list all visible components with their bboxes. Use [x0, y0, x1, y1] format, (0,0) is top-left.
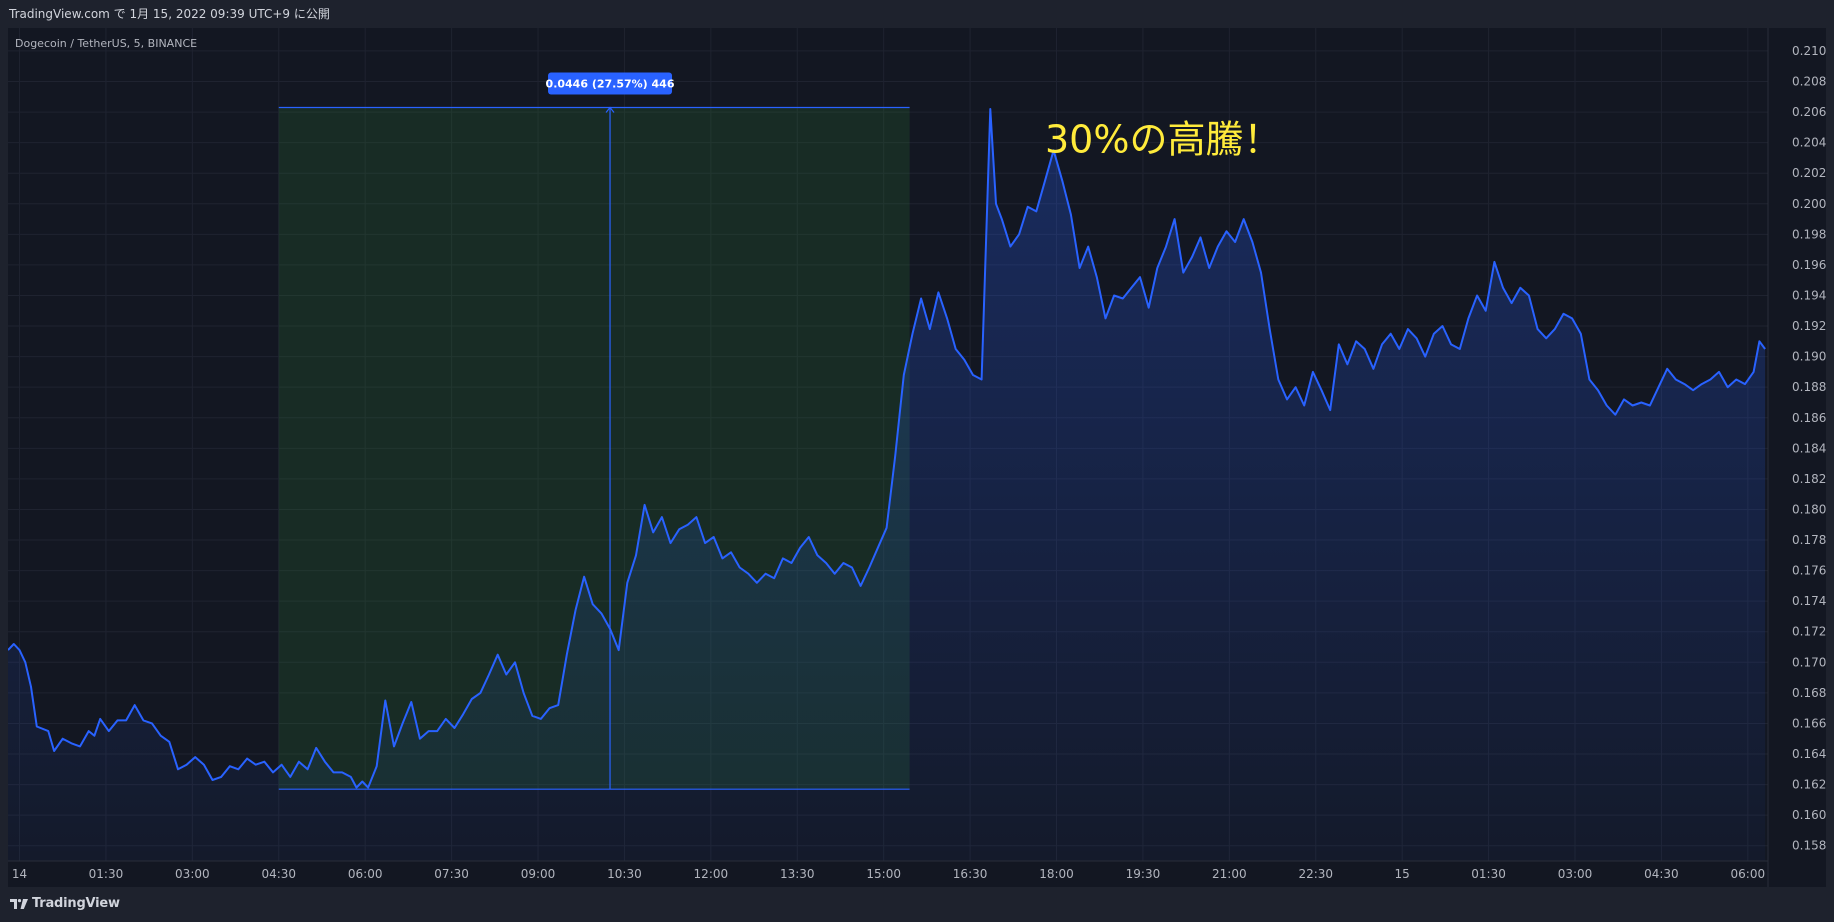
time-tick-label: 12:00: [694, 867, 729, 881]
publish-info: TradingView.com で 1月 15, 2022 09:39 UTC+…: [9, 7, 330, 21]
time-tick-label: 06:00: [1731, 867, 1766, 881]
time-tick-label: 06:00: [348, 867, 383, 881]
price-tick-label: 0.1760: [1792, 564, 1826, 578]
range-label: 0.0446 (27.57%) 446: [546, 77, 675, 90]
price-tick-label: 0.2060: [1792, 105, 1826, 119]
tradingview-logo-icon: [10, 898, 28, 909]
price-tick-label: 0.1960: [1792, 258, 1826, 272]
price-tick-label: 0.2000: [1792, 197, 1826, 211]
price-tick-label: 0.1780: [1792, 533, 1826, 547]
time-tick-label: 03:00: [175, 867, 210, 881]
time-tick-label: 21:00: [1212, 867, 1247, 881]
time-tick-label: 19:30: [1126, 867, 1161, 881]
price-tick-label: 0.1880: [1792, 380, 1826, 394]
price-tick-label: 0.2080: [1792, 74, 1826, 88]
symbol-title: Dogecoin / TetherUS, 5, BINANCE: [15, 37, 197, 50]
price-tick-label: 0.1800: [1792, 502, 1826, 516]
price-tick-label: 0.2020: [1792, 166, 1826, 180]
time-tick-label: 04:30: [261, 867, 296, 881]
price-tick-label: 0.1740: [1792, 594, 1826, 608]
price-tick-label: 0.1980: [1792, 227, 1826, 241]
price-tick-label: 0.1920: [1792, 319, 1826, 333]
price-tick-label: 0.1860: [1792, 411, 1826, 425]
tradingview-logo[interactable]: TradingView: [10, 896, 120, 911]
time-tick-label: 15:00: [866, 867, 901, 881]
time-tick-label: 09:00: [521, 867, 556, 881]
price-tick-label: 0.2100: [1792, 44, 1826, 58]
time-tick-label: 22:30: [1298, 867, 1333, 881]
price-tick-label: 0.1900: [1792, 350, 1826, 364]
price-tick-label: 0.1720: [1792, 625, 1826, 639]
time-tick-label: 03:00: [1558, 867, 1593, 881]
price-tick-label: 0.1600: [1792, 808, 1826, 822]
price-tick-label: 0.1660: [1792, 716, 1826, 730]
price-tick-label: 0.1580: [1792, 839, 1826, 853]
time-tick-label: 10:30: [607, 867, 642, 881]
brand-label: TradingView: [32, 896, 120, 911]
time-tick-label: 01:30: [1471, 867, 1506, 881]
price-tick-label: 0.1640: [1792, 747, 1826, 761]
annotation-text: 30%の高騰！: [1045, 118, 1281, 162]
price-tick-label: 0.2040: [1792, 136, 1826, 150]
time-axis[interactable]: 14 01:30 03:00 04:30 06:00 07:30 09:00 10:30 12:…: [8, 860, 1768, 881]
price-chart[interactable]: 0.0446 (27.57%) 446 0.15800.16000.16200.…: [8, 28, 1826, 887]
time-tick-label: 18:00: [1039, 867, 1074, 881]
time-tick-label: 15: [1395, 867, 1410, 881]
publish-header: TradingView.com で 1月 15, 2022 09:39 UTC+…: [0, 0, 1834, 28]
price-tick-label: 0.1620: [1792, 778, 1826, 792]
price-tick-label: 0.1680: [1792, 686, 1826, 700]
time-tick-label: 14: [12, 867, 27, 881]
time-tick-label: 16:30: [953, 867, 988, 881]
price-tick-label: 0.1820: [1792, 472, 1826, 486]
footer-bar: TradingView: [0, 887, 1834, 922]
time-tick-label: 01:30: [89, 867, 124, 881]
price-tick-label: 0.1840: [1792, 441, 1826, 455]
time-tick-label: 07:30: [434, 867, 469, 881]
price-axis[interactable]: 0.1580 0.1600 0.1620 0.1640 0.1660 0.1680 0.17…: [1767, 28, 1826, 887]
time-tick-label: 04:30: [1644, 867, 1679, 881]
price-tick-label: 0.1940: [1792, 288, 1826, 302]
chart-panel[interactable]: 0.0446 (27.57%) 446 0.15800.16000.16200.…: [8, 28, 1826, 887]
price-tick-label: 0.1700: [1792, 655, 1826, 669]
time-tick-label: 13:30: [780, 867, 815, 881]
annotations: 30%の高騰！: [1045, 118, 1281, 162]
